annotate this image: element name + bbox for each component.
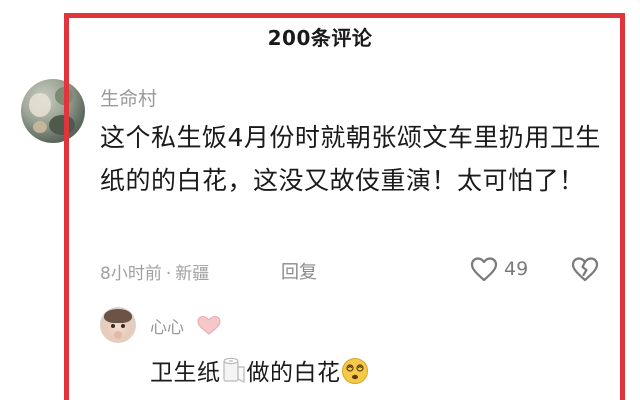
broken-heart-icon[interactable] — [571, 256, 599, 282]
meta-separator: · — [165, 264, 172, 284]
reply-button[interactable]: 回复 — [281, 258, 317, 284]
comment-text: 这个私生饭4月份时就朝张颂文车里扔用卫生纸的的白花，这没又故伎重演！太可怕了！ — [100, 123, 601, 195]
dizzy-face-emoji — [341, 358, 368, 384]
comment-username[interactable]: 生命村 — [100, 84, 157, 111]
avatar[interactable] — [21, 79, 85, 143]
like-count: 49 — [504, 258, 529, 280]
reply-text-part1: 卫生纸 — [150, 360, 221, 386]
pink-heart-icon — [197, 315, 221, 335]
comment-meta: 8小时前 · 新疆 — [100, 259, 209, 284]
heart-outline-icon[interactable] — [470, 256, 498, 282]
comments-screen: 200条评论 生命村 这个私生饭4月份时就朝张颂文车里扔用卫生纸的的白花，这没又… — [0, 0, 640, 400]
comment-time: 8小时前 — [100, 264, 162, 284]
reply-username[interactable]: 心心 — [150, 313, 184, 338]
comments-count-title: 200条评论 — [267, 26, 373, 50]
reply-avatar[interactable] — [100, 307, 136, 343]
comment-location: 新疆 — [175, 264, 210, 284]
highlight-frame — [64, 13, 625, 400]
reply-text-part2: 做的白花 — [246, 360, 341, 386]
reply-text: 卫生纸 做的白花 — [150, 353, 369, 387]
toilet-paper-emoji — [222, 357, 245, 383]
